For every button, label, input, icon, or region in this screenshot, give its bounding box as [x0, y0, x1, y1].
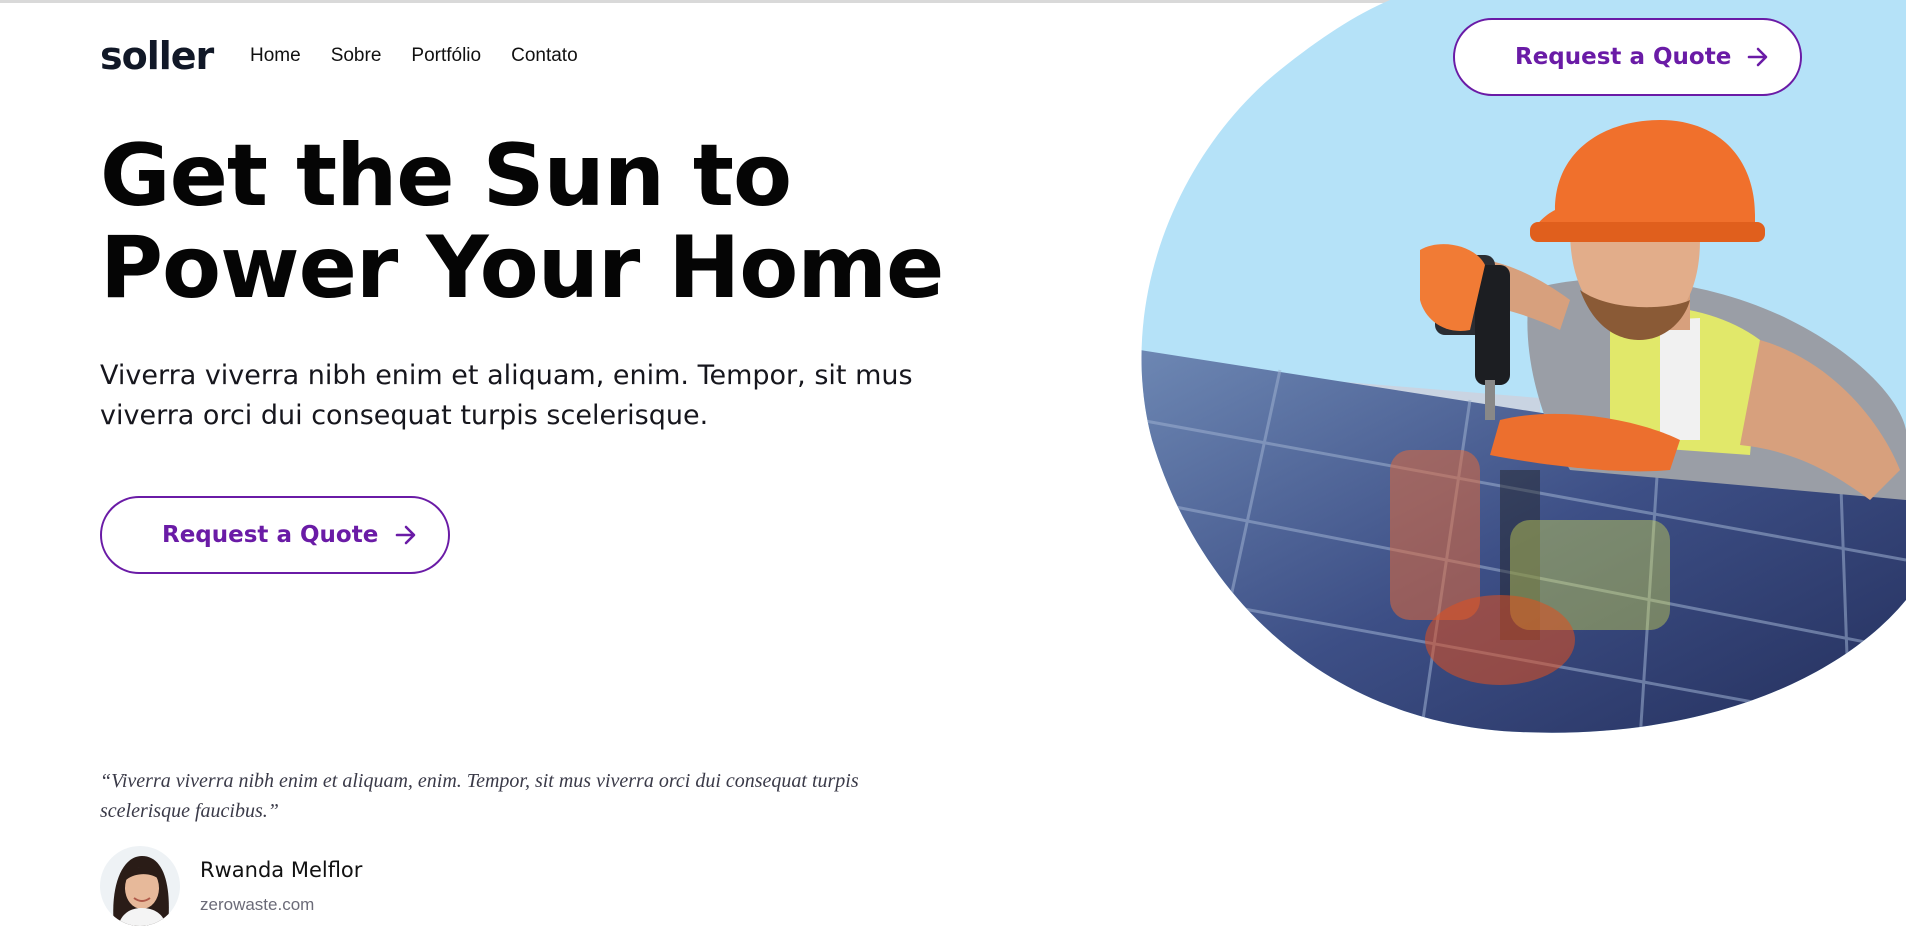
header-request-quote-button[interactable]: Request a Quote: [1453, 18, 1802, 96]
hero-title-line-2: Power Your Home: [100, 218, 944, 318]
nav-item-contato[interactable]: Contato: [511, 45, 578, 67]
worker-solar-illustration: [1141, 0, 1906, 733]
logo[interactable]: soller: [100, 34, 214, 78]
hero-subtitle: Viverra viverra nibh enim et aliquam, en…: [100, 360, 913, 431]
arrow-right-icon: [395, 525, 416, 545]
avatar: [100, 846, 180, 926]
hero-title-line-1: Get the Sun to: [100, 126, 792, 226]
nav-item-portfolio[interactable]: Portfólio: [411, 45, 481, 67]
author-site[interactable]: zerowaste.com: [200, 895, 314, 915]
author-avatar-illustration: [100, 846, 180, 926]
arrow-right-icon: [1747, 47, 1768, 67]
hero-image: [1140, 0, 1906, 740]
author-name: Rwanda Melflor: [200, 858, 363, 882]
testimonial-quote: “Viverra viverra nibh enim et aliquam, e…: [100, 770, 859, 822]
main-nav: Home Sobre Portfólio Contato: [250, 45, 578, 67]
hero-request-quote-button[interactable]: Request a Quote: [100, 496, 450, 574]
hero-request-quote-label: Request a Quote: [162, 522, 379, 548]
nav-item-sobre[interactable]: Sobre: [331, 45, 382, 67]
header-request-quote-label: Request a Quote: [1515, 44, 1732, 70]
nav-item-home[interactable]: Home: [250, 45, 301, 67]
hero-title: Get the Sun to Power Your Home: [100, 130, 1000, 314]
